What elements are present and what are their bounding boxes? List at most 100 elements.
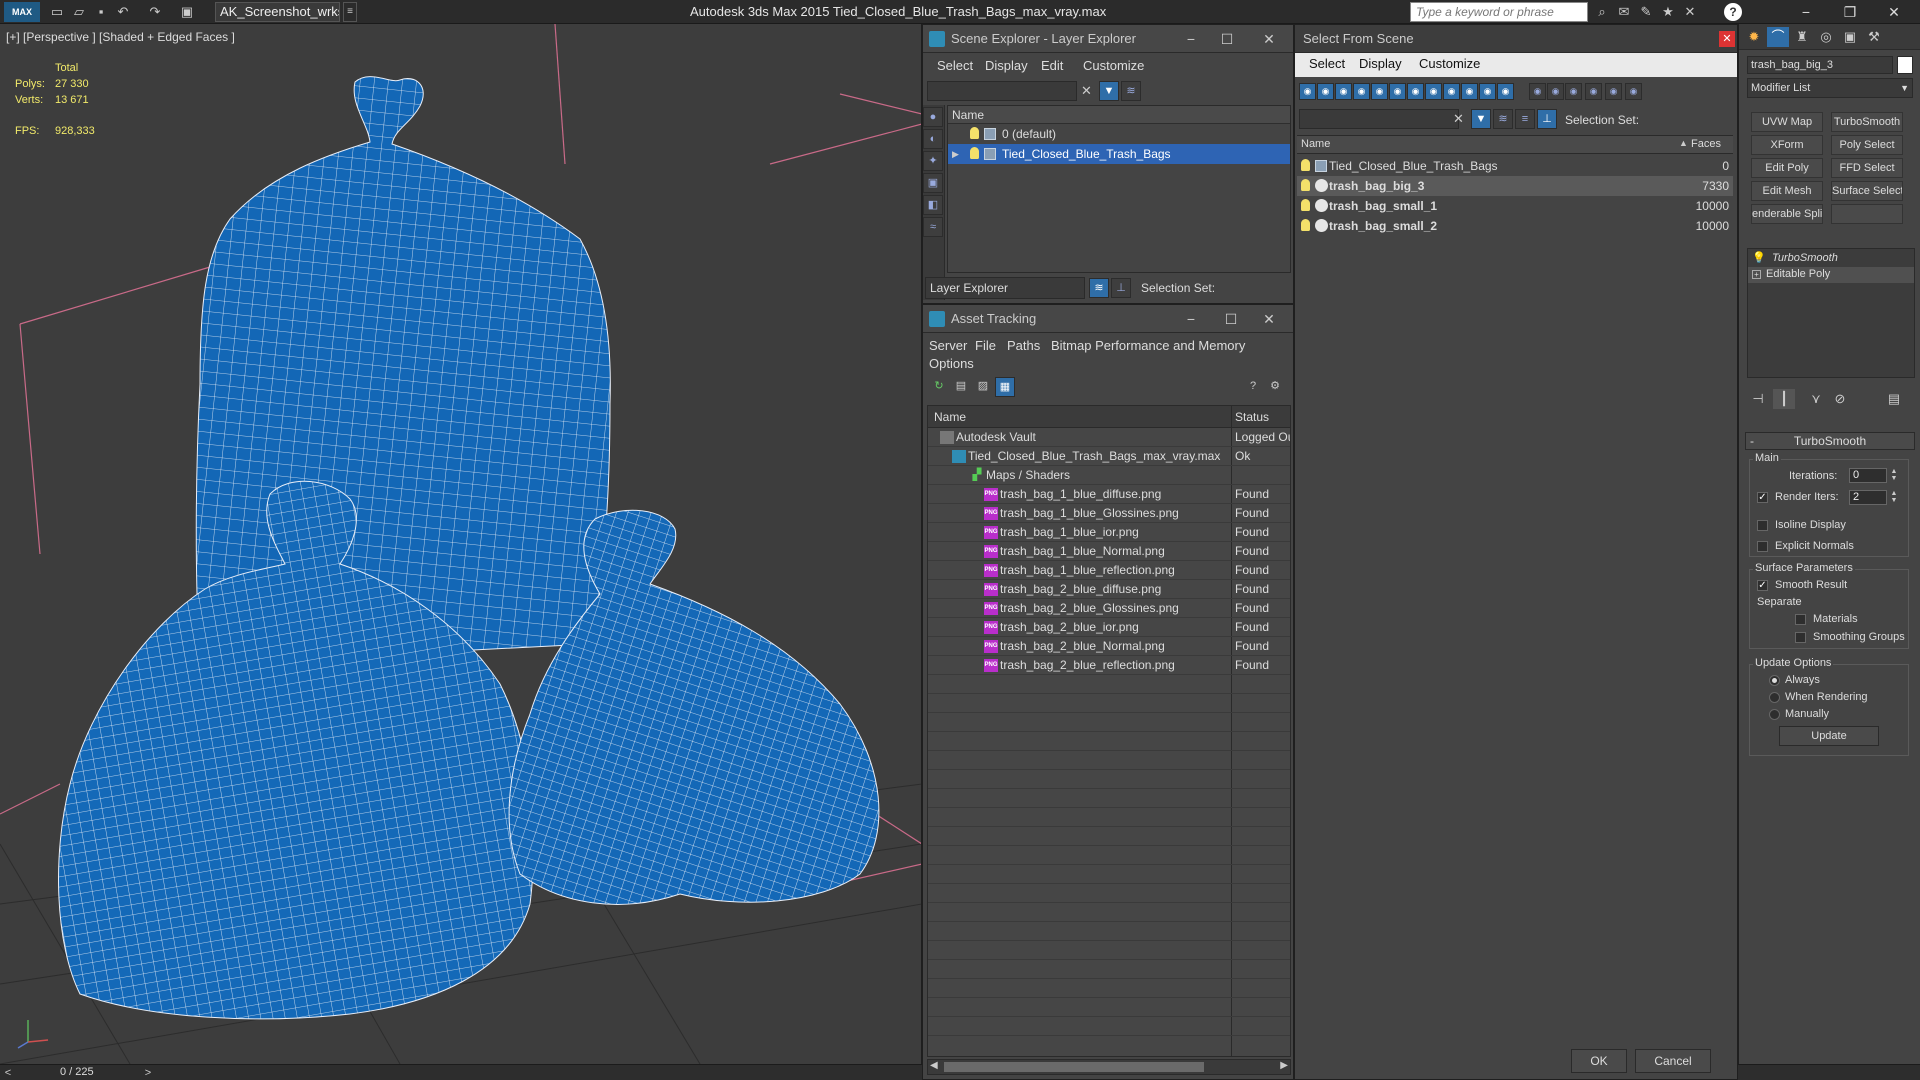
sort-arrow-icon[interactable]: ▲ (1679, 138, 1688, 148)
menu-options[interactable]: Options (929, 356, 974, 371)
asset-row[interactable] (928, 789, 1290, 808)
invert-filter-icon[interactable]: ◉ (1565, 83, 1582, 100)
filter-icon[interactable]: ▼ (1471, 109, 1491, 129)
modifier-button[interactable]: UVW Map (1751, 112, 1823, 132)
asset-row[interactable] (928, 713, 1290, 732)
iterations-spinner[interactable]: 0 (1849, 468, 1887, 483)
maximize-icon[interactable]: ☐ (1215, 27, 1239, 51)
time-next-button[interactable]: > (140, 1065, 156, 1080)
light-bulb-icon[interactable] (970, 147, 979, 159)
close-icon[interactable]: ✕ (1719, 31, 1735, 47)
menu-server[interactable]: Server (929, 338, 967, 353)
helpers-filter-icon[interactable]: ◉ (1371, 83, 1388, 100)
geometry-filter-icon[interactable]: ◉ (1299, 83, 1316, 100)
expand-arrow-icon[interactable]: ▶ (952, 144, 959, 164)
object-row[interactable]: trash_bag_big_3 7330 (1297, 176, 1733, 196)
collapse-icon[interactable]: - (1750, 433, 1754, 449)
render-iters-spinner[interactable]: 2 (1849, 490, 1887, 505)
minimize-icon[interactable]: − (1784, 0, 1828, 24)
modifier-button[interactable]: XForm (1751, 135, 1823, 155)
modifier-button[interactable]: Edit Poly (1751, 158, 1823, 178)
light-bulb-icon[interactable] (1301, 159, 1310, 171)
project-folder-icon[interactable]: ▣ (178, 3, 196, 21)
object-row[interactable]: Tied_Closed_Blue_Trash_Bags 0 (1297, 156, 1733, 176)
display-cameras-icon[interactable]: ▣ (923, 173, 943, 193)
light-bulb-icon[interactable] (1301, 219, 1310, 231)
object-name-field[interactable]: trash_bag_big_3 (1747, 56, 1893, 74)
open-file-icon[interactable]: ▱ (70, 3, 88, 21)
asset-row[interactable] (928, 884, 1290, 903)
isoline-display-checkbox[interactable] (1757, 520, 1768, 531)
undo-icon[interactable]: ↶ (114, 3, 132, 21)
layer-row-default[interactable]: 0 (default) (948, 124, 1290, 144)
select-search-input[interactable] (1299, 109, 1459, 129)
cancel-button[interactable]: Cancel (1635, 1049, 1711, 1073)
ok-button[interactable]: OK (1571, 1049, 1627, 1073)
remove-modifier-icon[interactable]: ⊘ (1829, 389, 1851, 409)
menu-edit[interactable]: Edit (1041, 58, 1063, 73)
explicit-normals-checkbox[interactable] (1757, 541, 1768, 552)
asset-row[interactable] (928, 979, 1290, 998)
asset-row[interactable] (928, 960, 1290, 979)
menu-file[interactable]: File (975, 338, 996, 353)
close-icon[interactable]: ✕ (1257, 307, 1281, 331)
close-icon[interactable]: ✕ (1872, 0, 1916, 24)
modifier-button[interactable]: Poly Select (1831, 135, 1903, 155)
manually-radio[interactable] (1769, 709, 1780, 720)
render-iters-checkbox[interactable]: ✓ (1757, 492, 1768, 503)
asset-row[interactable]: Tied_Closed_Blue_Trash_Bags_max_vray.max… (928, 447, 1290, 466)
modifier-button[interactable]: Edit Mesh (1751, 181, 1823, 201)
layer-row-trash-bags[interactable]: ▶ Tied_Closed_Blue_Trash_Bags (948, 144, 1290, 164)
scene-search-input[interactable] (927, 81, 1077, 101)
explorer-type-dropdown[interactable]: Layer Explorer (925, 277, 1085, 299)
display-all-filter-icon[interactable]: ◉ (1529, 83, 1546, 100)
asset-row[interactable] (928, 732, 1290, 751)
display-lights-icon[interactable]: ✦ (923, 151, 943, 171)
filter-icon[interactable]: ▼ (1099, 81, 1119, 101)
new-file-icon[interactable]: ▭ (48, 3, 66, 21)
menu-display[interactable]: Display (985, 58, 1028, 73)
minimize-icon[interactable]: − (1179, 307, 1203, 331)
stack-item-editable-poly[interactable]: + Editable Poly (1748, 267, 1914, 283)
always-radio[interactable] (1769, 675, 1780, 686)
asset-row[interactable]: Autodesk Vault Logged Ou (928, 428, 1290, 447)
layer-mode-icon[interactable]: ≡ (1515, 109, 1535, 129)
exchange-icon[interactable]: ✕ (1680, 3, 1700, 21)
redo-icon[interactable]: ↷ (146, 3, 164, 21)
display-shapes-icon[interactable]: ◐ (923, 129, 943, 149)
spinner-arrows-icon[interactable]: ▲ ▼ (1889, 490, 1899, 505)
modifier-button[interactable]: Surface Select (1831, 181, 1903, 201)
asset-row[interactable]: PNG trash_bag_1_blue_diffuse.png Found (928, 485, 1290, 504)
app-logo[interactable]: MAX (4, 2, 40, 22)
hierarchy-mode-icon[interactable]: ⊥ (1111, 278, 1131, 298)
update-button[interactable]: Update (1779, 726, 1879, 746)
menu-display[interactable]: Display (1359, 56, 1402, 71)
show-end-result-icon[interactable]: ┃ (1773, 389, 1795, 409)
asset-row[interactable] (928, 675, 1290, 694)
asset-row[interactable]: PNG trash_bag_1_blue_reflection.png Found (928, 561, 1290, 580)
asset-row[interactable]: PNG trash_bag_2_blue_Normal.png Found (928, 637, 1290, 656)
restore-icon[interactable]: ❐ (1828, 0, 1872, 24)
containers-filter-icon[interactable]: ◉ (1461, 83, 1478, 100)
column-header-name[interactable]: Name (1301, 138, 1330, 150)
asset-row[interactable] (928, 865, 1290, 884)
maximize-icon[interactable]: ☐ (1219, 307, 1243, 331)
shapes-filter-icon[interactable]: ◉ (1317, 83, 1334, 100)
refresh-icon[interactable]: ↻ (929, 377, 949, 397)
list-view-icon[interactable]: ▤ (951, 377, 971, 397)
frozen-filter-icon[interactable]: ◉ (1479, 83, 1496, 100)
xrefs-filter-icon[interactable]: ◉ (1425, 83, 1442, 100)
spacewarps-filter-icon[interactable]: ◉ (1389, 83, 1406, 100)
column-header-status[interactable]: Status (1235, 410, 1269, 424)
minimize-icon[interactable]: − (1179, 27, 1203, 51)
layers-toggle-icon[interactable]: ≋ (1493, 109, 1513, 129)
time-prev-button[interactable]: < (0, 1065, 16, 1080)
asset-row[interactable] (928, 998, 1290, 1017)
display-spacewarps-icon[interactable]: ≈ (923, 217, 943, 237)
column-header-faces[interactable]: Faces (1691, 138, 1721, 150)
asset-row[interactable] (928, 751, 1290, 770)
asset-row[interactable]: PNG trash_bag_1_blue_Glossines.png Found (928, 504, 1290, 523)
display-helpers-icon[interactable]: ◧ (923, 195, 943, 215)
materials-checkbox[interactable] (1795, 614, 1806, 625)
column-header-name[interactable]: Name (934, 410, 966, 424)
